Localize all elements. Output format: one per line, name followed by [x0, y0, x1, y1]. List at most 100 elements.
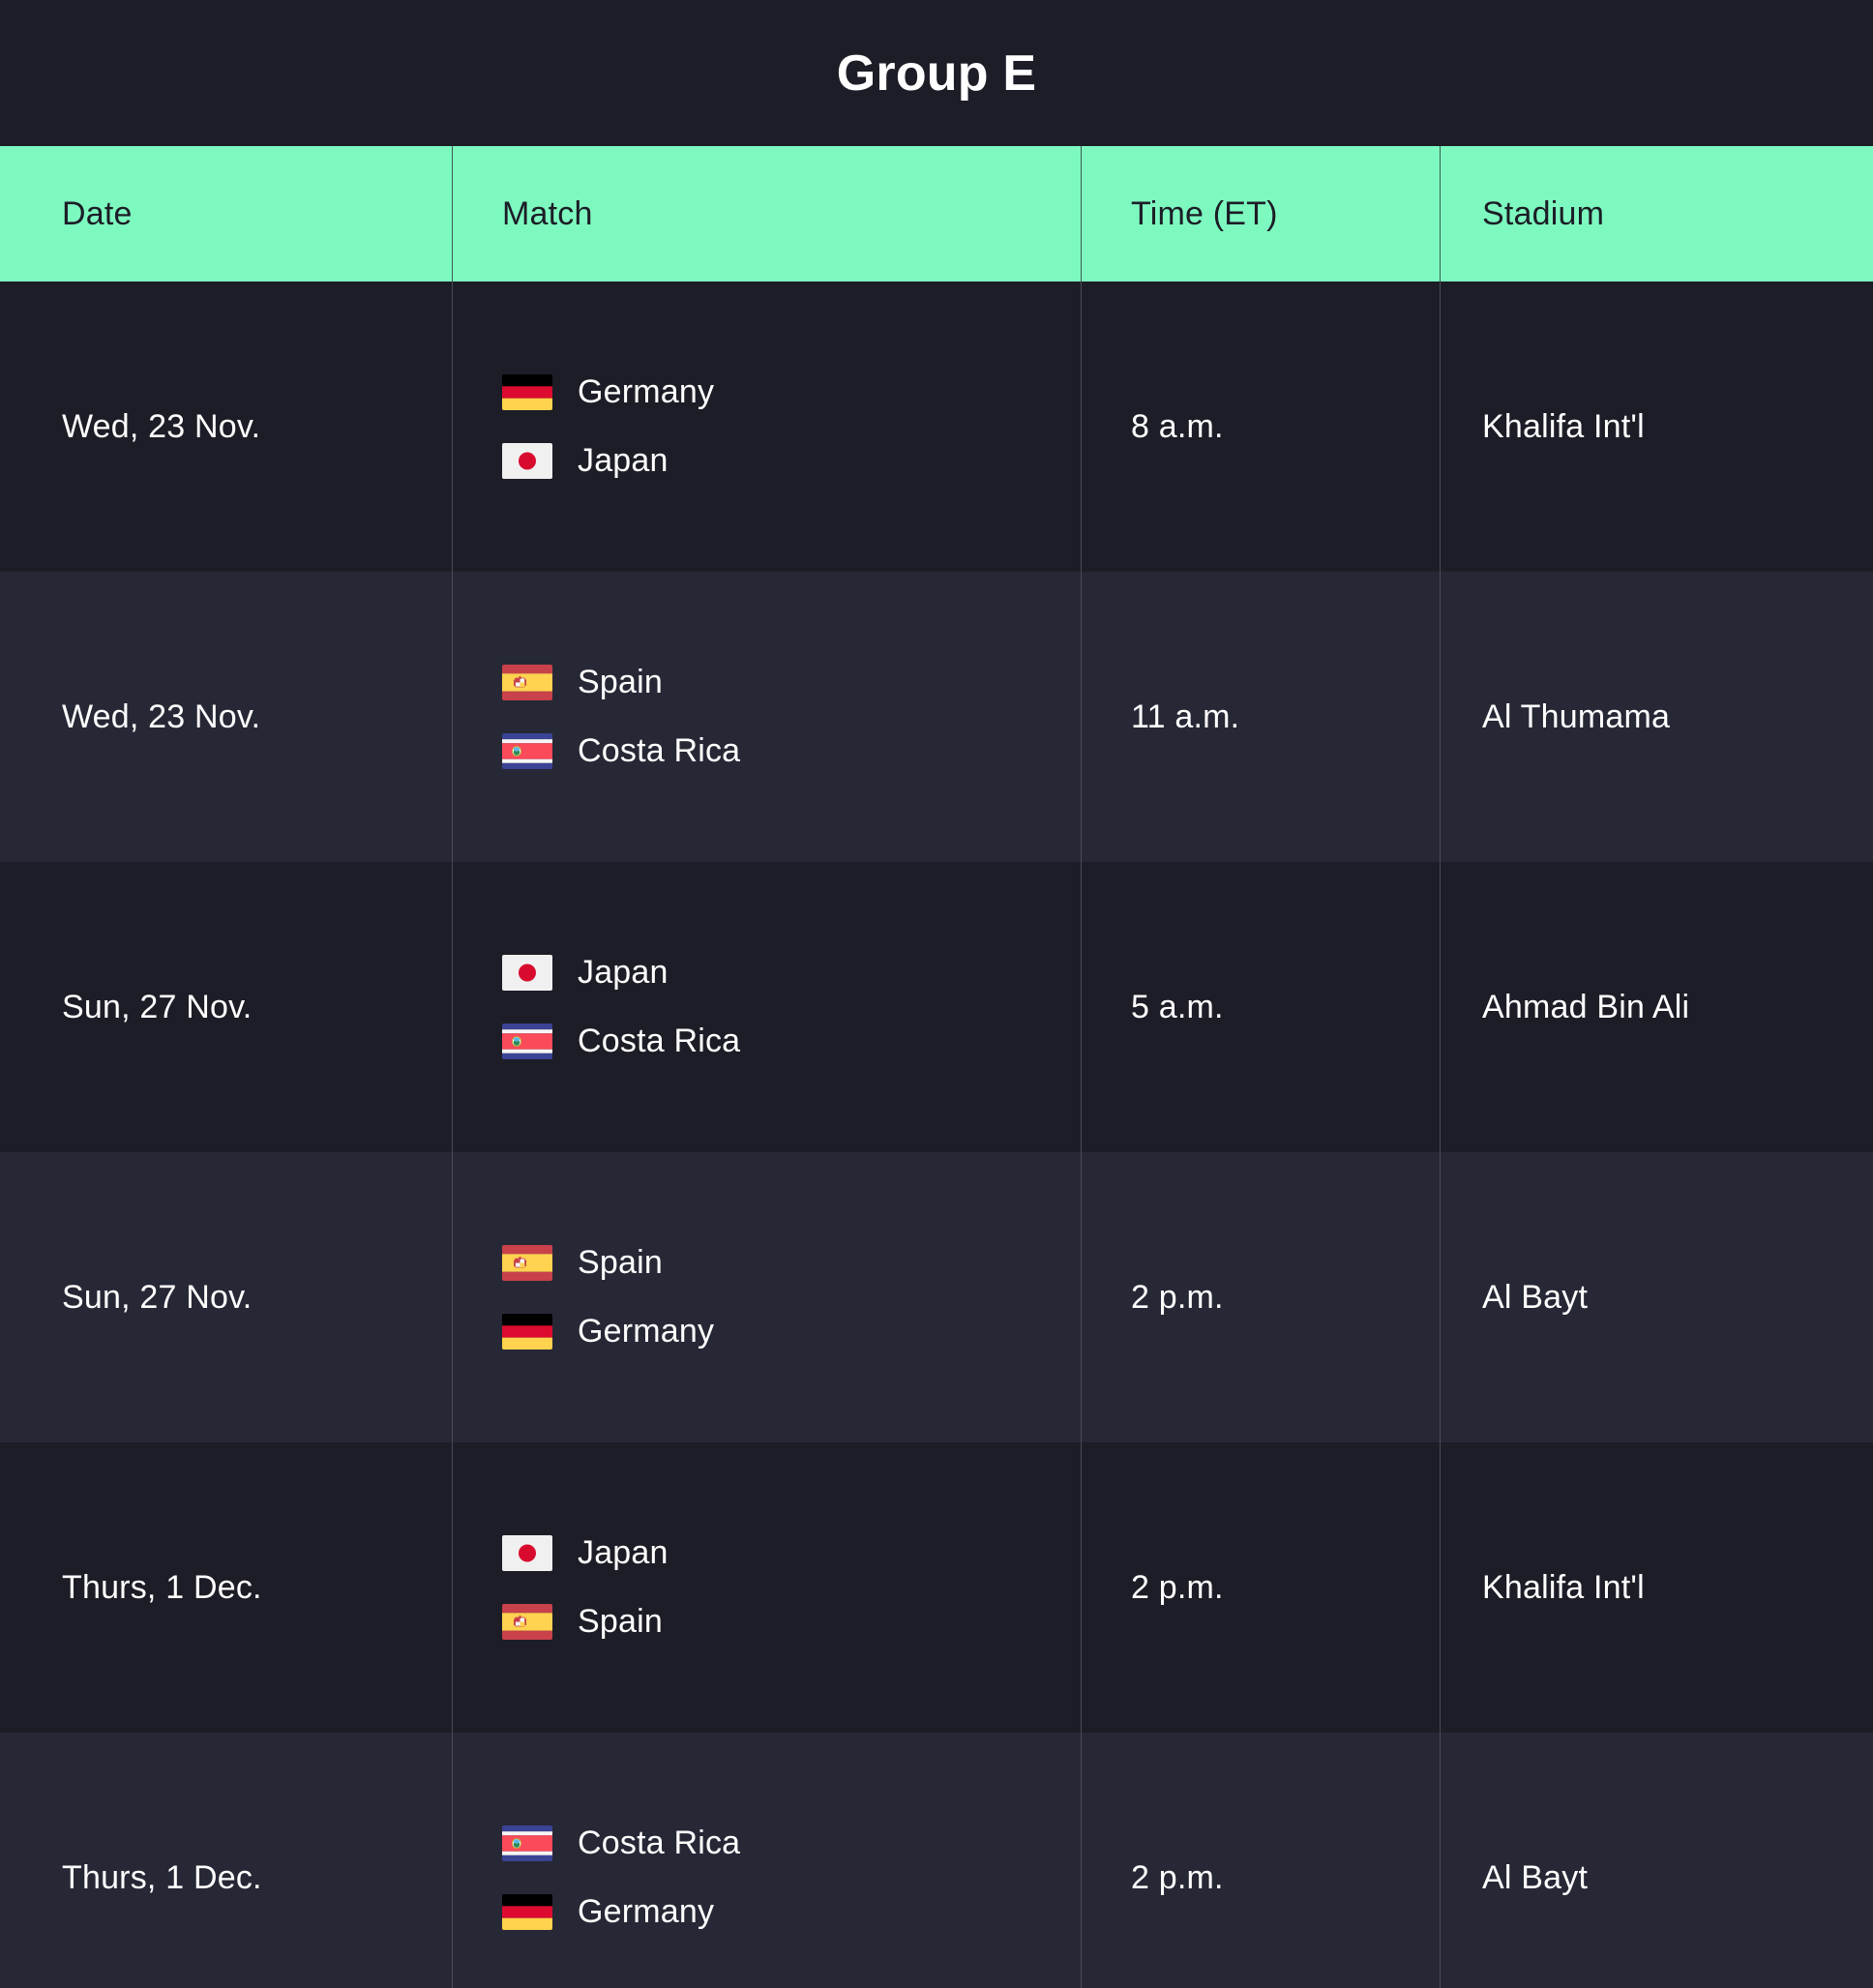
column-header-match: Match: [452, 146, 1081, 282]
title-bar: Group E: [0, 0, 1873, 146]
team-entry: Japan: [502, 954, 1061, 992]
cell-stadium: Khalifa Int'l: [1440, 282, 1873, 572]
table-row[interactable]: Sun, 27 Nov. Spain Germany 2 p.m. Al Bayt: [0, 1152, 1873, 1442]
match-time: 11 a.m.: [1131, 697, 1240, 735]
team-name: Spain: [578, 1603, 663, 1640]
cell-match: Japan Costa Rica: [452, 862, 1081, 1152]
table-row[interactable]: Wed, 23 Nov. Germany Japan 8 a.m. Khalifa In…: [0, 282, 1873, 572]
team-name: Costa Rica: [578, 1825, 741, 1861]
flag-germany-icon: [502, 374, 552, 410]
match-stadium: Khalifa Int'l: [1482, 1568, 1645, 1606]
match-date: Sun, 27 Nov.: [62, 1278, 253, 1316]
match-date: Thurs, 1 Dec.: [62, 1568, 262, 1606]
table-body: Wed, 23 Nov. Germany Japan 8 a.m. Khalifa In…: [0, 282, 1873, 1988]
team-list: Japan Spain: [502, 1534, 1061, 1641]
column-header-stadium-label: Stadium: [1482, 194, 1605, 232]
team-entry: Japan: [502, 1534, 1061, 1572]
cell-date: Thurs, 1 Dec.: [0, 1442, 452, 1733]
table-row[interactable]: Thurs, 1 Dec. Japan Spain 2 p.m. Khalifa Int…: [0, 1442, 1873, 1733]
column-header-time-label: Time (ET): [1131, 194, 1278, 232]
cell-match: Spain Costa Rica: [452, 572, 1081, 862]
match-stadium: Al Bayt: [1482, 1278, 1589, 1316]
team-list: Spain Germany: [502, 1244, 1061, 1350]
table-header-row: Date Match Time (ET) Stadium: [0, 146, 1873, 282]
cell-date: Thurs, 1 Dec.: [0, 1733, 452, 1988]
cell-time: 11 a.m.: [1081, 572, 1440, 862]
table-row[interactable]: Sun, 27 Nov. Japan Costa Rica 5 a.m. Ahmad B…: [0, 862, 1873, 1152]
team-entry: Japan: [502, 442, 1061, 480]
flag-costa-rica-icon: [502, 1825, 552, 1861]
match-stadium: Khalifa Int'l: [1482, 407, 1645, 445]
team-name: Japan: [578, 442, 669, 479]
cell-match: Spain Germany: [452, 1152, 1081, 1442]
team-name: Germany: [578, 1313, 715, 1350]
match-date: Sun, 27 Nov.: [62, 988, 253, 1025]
schedule-table: Date Match Time (ET) Stadium Wed, 23 Nov…: [0, 146, 1873, 1988]
team-entry: Costa Rica: [502, 1825, 1061, 1862]
match-stadium: Al Thumama: [1482, 697, 1671, 735]
flag-costa-rica-icon: [502, 1024, 552, 1059]
cell-match: Costa Rica Germany: [452, 1733, 1081, 1988]
table-row[interactable]: Thurs, 1 Dec. Costa Rica Germany 2 p.m. Al B…: [0, 1733, 1873, 1988]
match-time: 2 p.m.: [1131, 1568, 1224, 1606]
match-stadium: Ahmad Bin Ali: [1482, 988, 1690, 1025]
match-time: 5 a.m.: [1131, 988, 1224, 1025]
cell-date: Sun, 27 Nov.: [0, 1152, 452, 1442]
cell-date: Sun, 27 Nov.: [0, 862, 452, 1152]
team-name: Spain: [578, 664, 663, 700]
group-e-schedule-table: Group E Date Match Time (ET) Stadium Wed…: [0, 0, 1873, 1988]
flag-spain-icon: [502, 1604, 552, 1640]
cell-time: 2 p.m.: [1081, 1733, 1440, 1988]
team-name: Costa Rica: [578, 1023, 741, 1059]
team-list: Spain Costa Rica: [502, 664, 1061, 770]
match-date: Thurs, 1 Dec.: [62, 1858, 262, 1896]
cell-time: 8 a.m.: [1081, 282, 1440, 572]
match-time: 2 p.m.: [1131, 1278, 1224, 1316]
match-time: 8 a.m.: [1131, 407, 1224, 445]
match-time: 2 p.m.: [1131, 1858, 1224, 1896]
flag-spain-icon: [502, 665, 552, 700]
team-entry: Germany: [502, 1313, 1061, 1350]
team-entry: Costa Rica: [502, 732, 1061, 770]
cell-time: 2 p.m.: [1081, 1152, 1440, 1442]
team-entry: Spain: [502, 1603, 1061, 1641]
team-list: Japan Costa Rica: [502, 954, 1061, 1060]
cell-time: 2 p.m.: [1081, 1442, 1440, 1733]
team-name: Spain: [578, 1244, 663, 1281]
column-header-time: Time (ET): [1081, 146, 1440, 282]
cell-stadium: Khalifa Int'l: [1440, 1442, 1873, 1733]
flag-japan-icon: [502, 443, 552, 479]
cell-time: 5 a.m.: [1081, 862, 1440, 1152]
flag-japan-icon: [502, 955, 552, 991]
match-date: Wed, 23 Nov.: [62, 407, 261, 445]
flag-spain-icon: [502, 1245, 552, 1281]
cell-match: Germany Japan: [452, 282, 1081, 572]
column-header-date: Date: [0, 146, 452, 282]
team-list: Costa Rica Germany: [502, 1825, 1061, 1931]
team-name: Costa Rica: [578, 732, 741, 769]
table-row[interactable]: Wed, 23 Nov. Spain Costa Rica 11 a.m. Al Thu…: [0, 572, 1873, 862]
team-name: Japan: [578, 1534, 669, 1571]
cell-stadium: Al Bayt: [1440, 1733, 1873, 1988]
team-entry: Germany: [502, 373, 1061, 411]
match-date: Wed, 23 Nov.: [62, 697, 261, 735]
team-entry: Spain: [502, 664, 1061, 701]
column-header-date-label: Date: [62, 194, 133, 232]
column-header-stadium: Stadium: [1440, 146, 1873, 282]
cell-stadium: Al Bayt: [1440, 1152, 1873, 1442]
cell-date: Wed, 23 Nov.: [0, 572, 452, 862]
cell-stadium: Ahmad Bin Ali: [1440, 862, 1873, 1152]
flag-japan-icon: [502, 1535, 552, 1571]
cell-match: Japan Spain: [452, 1442, 1081, 1733]
flag-germany-icon: [502, 1894, 552, 1930]
team-entry: Spain: [502, 1244, 1061, 1282]
column-header-match-label: Match: [502, 194, 593, 232]
team-entry: Germany: [502, 1893, 1061, 1931]
team-name: Germany: [578, 1893, 715, 1930]
cell-date: Wed, 23 Nov.: [0, 282, 452, 572]
match-stadium: Al Bayt: [1482, 1858, 1589, 1896]
flag-germany-icon: [502, 1314, 552, 1350]
cell-stadium: Al Thumama: [1440, 572, 1873, 862]
team-entry: Costa Rica: [502, 1023, 1061, 1060]
flag-costa-rica-icon: [502, 733, 552, 769]
